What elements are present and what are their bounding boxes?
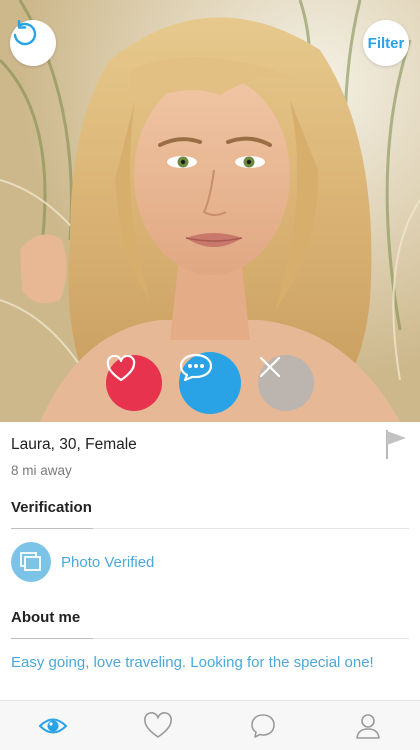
filter-label: Filter <box>367 34 405 52</box>
profile-name-age-gender: Laura, 30, Female <box>11 436 137 453</box>
about-section-title: About me <box>11 609 81 626</box>
profile-photo[interactable]: Filter <box>0 0 420 422</box>
photo-stack-icon <box>20 552 41 571</box>
verification-section-title: Verification <box>11 499 92 516</box>
flag-icon <box>386 430 406 459</box>
chat-button[interactable] <box>179 352 241 414</box>
photo-verified-badge <box>11 542 51 582</box>
chat-outline-icon <box>250 714 275 738</box>
profile-distance: 8 mi away <box>11 463 72 478</box>
close-icon <box>259 356 281 378</box>
section-divider-line <box>93 528 409 529</box>
about-text: Easy going, love traveling. Looking for … <box>11 654 374 671</box>
heart-icon <box>106 355 136 382</box>
tab-likes[interactable] <box>105 701 210 750</box>
undo-arrow-icon <box>13 20 37 46</box>
undo-button[interactable] <box>10 20 56 66</box>
filter-button[interactable]: Filter <box>363 20 409 66</box>
chat-bubble-icon <box>179 353 213 382</box>
pass-button[interactable] <box>258 355 314 411</box>
section-divider-line <box>93 638 409 639</box>
eye-icon <box>38 718 67 734</box>
tab-messages[interactable] <box>210 701 315 750</box>
section-divider <box>11 638 93 639</box>
heart-outline-icon <box>143 712 172 738</box>
report-button[interactable] <box>384 428 408 465</box>
tab-profile[interactable] <box>315 701 420 750</box>
user-icon <box>355 714 380 739</box>
tab-discover[interactable] <box>0 701 105 750</box>
like-button[interactable] <box>106 355 162 411</box>
section-divider <box>11 528 93 529</box>
photo-verified-label: Photo Verified <box>61 554 155 571</box>
bottom-tab-bar <box>0 700 420 750</box>
